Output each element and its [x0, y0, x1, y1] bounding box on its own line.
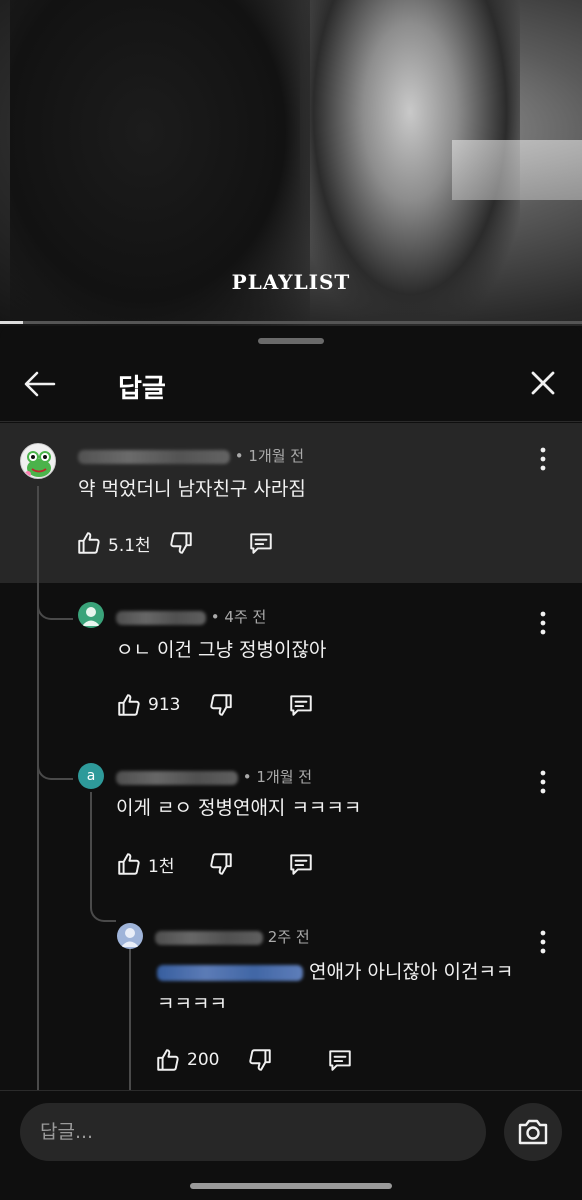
like-button[interactable]: 1천: [116, 849, 174, 879]
comment-time: • 1개월 전: [234, 447, 305, 465]
close-icon: [531, 371, 555, 395]
comment-actions: 200: [155, 1045, 375, 1075]
comment-time: • 4주 전: [210, 608, 267, 626]
reply-button[interactable]: [327, 1045, 353, 1075]
thread-connector: [37, 744, 73, 780]
sheet-drag-handle[interactable]: [258, 338, 324, 344]
comment-text: 약 먹었더니 남자친구 사라짐: [78, 478, 306, 500]
thread-connector: [37, 584, 73, 620]
video-progress-fill: [0, 321, 24, 324]
sheet-title: 답글: [118, 374, 166, 404]
comment-meta: • 1개월 전: [116, 766, 312, 787]
user-avatar-icon[interactable]: a: [78, 763, 104, 789]
thread-line: [129, 944, 131, 1090]
redacted-username[interactable]: [116, 610, 206, 625]
more-vert-icon: [540, 447, 546, 471]
parent-comment: • 1개월 전 약 먹었더니 남자친구 사라짐 5.1천: [0, 423, 582, 583]
sheet-header: 답글: [0, 356, 582, 422]
comment-time: 2주 전: [267, 928, 310, 946]
thumbs-down-icon: [249, 1049, 271, 1071]
redacted-username[interactable]: [155, 930, 263, 945]
redacted-username[interactable]: [116, 770, 238, 785]
more-vert-icon: [540, 930, 546, 954]
close-button[interactable]: [528, 368, 558, 398]
comment-text-line2: ㅋㅋㅋㅋ: [157, 993, 227, 1015]
more-vert-icon: [540, 770, 546, 794]
comment-icon: [250, 533, 272, 554]
camera-button[interactable]: [504, 1103, 562, 1161]
thumbs-up-icon: [157, 1049, 179, 1071]
more-vert-icon: [540, 611, 546, 635]
comment-actions: 5.1천: [76, 528, 296, 558]
dislike-button[interactable]: [247, 1045, 273, 1075]
like-count: 913: [148, 695, 181, 715]
comment-icon: [290, 695, 312, 716]
comment-text: ㅇㄴ 이건 그냥 정병이잖아: [116, 639, 327, 661]
thumbs-down-icon: [170, 532, 192, 554]
dislike-button[interactable]: [208, 690, 234, 720]
redacted-username[interactable]: [78, 449, 230, 464]
comment-meta: • 1개월 전: [78, 445, 304, 466]
video-progress-bar[interactable]: [0, 321, 582, 324]
like-button[interactable]: 5.1천: [76, 528, 151, 558]
header-divider: [0, 421, 582, 422]
user-avatar-icon[interactable]: [78, 602, 104, 628]
thumbs-up-icon: [118, 694, 140, 716]
frog-avatar-icon[interactable]: [20, 443, 56, 479]
reply-button[interactable]: [248, 528, 274, 558]
user-avatar-icon[interactable]: [117, 923, 143, 949]
dislike-button[interactable]: [208, 849, 234, 879]
comment-text: 이게 ㄹㅇ 정병연애지 ㅋㅋㅋㅋ: [116, 797, 362, 819]
more-button[interactable]: [533, 610, 553, 636]
reply-button[interactable]: [288, 849, 314, 879]
back-button[interactable]: [22, 366, 58, 402]
replies-sheet: 답글 • 1개월 전 약 먹었더니 남자친구 사라짐 5.1천 • 4주 전 ㅇ…: [0, 326, 582, 1199]
comment-text: 연애가 아니잖아 이건ㅋㅋ ㅋㅋㅋㅋ: [157, 956, 513, 1020]
video-overlay-text: PLAYLIST: [231, 270, 351, 294]
thumbs-down-icon: [210, 694, 232, 716]
comment-meta: • 4주 전: [116, 606, 266, 627]
comment-actions: 913: [116, 690, 336, 720]
thread-line: [37, 486, 39, 1090]
thumbs-up-icon: [118, 853, 140, 875]
reply-button[interactable]: [288, 690, 314, 720]
like-count: 5.1천: [108, 535, 151, 556]
like-button[interactable]: 200: [155, 1045, 219, 1075]
redacted-mention[interactable]: [157, 964, 303, 981]
dislike-button[interactable]: [168, 528, 194, 558]
more-button[interactable]: [533, 929, 553, 955]
thumbs-up-icon: [78, 532, 100, 554]
camera-icon: [518, 1119, 548, 1145]
reply-input[interactable]: [20, 1103, 486, 1161]
home-indicator[interactable]: [190, 1183, 392, 1189]
video-player[interactable]: PLAYLIST: [0, 0, 582, 326]
like-count: 1천: [148, 856, 175, 877]
like-count: 200: [187, 1050, 220, 1070]
comment-meta: 2주 전: [155, 926, 310, 947]
comment-icon: [290, 854, 312, 875]
comment-time: • 1개월 전: [242, 768, 313, 786]
more-button[interactable]: [533, 769, 553, 795]
comment-actions: 1천: [116, 849, 336, 879]
arrow-left-icon: [24, 371, 56, 397]
thumbs-down-icon: [210, 853, 232, 875]
like-button[interactable]: 913: [116, 690, 180, 720]
comment-text-line1: 연애가 아니잖아 이건ㅋㅋ: [309, 961, 514, 983]
more-button[interactable]: [533, 446, 553, 472]
video-frame-wall: [452, 140, 582, 200]
comment-icon: [329, 1050, 351, 1071]
thread-connector: [90, 886, 116, 922]
